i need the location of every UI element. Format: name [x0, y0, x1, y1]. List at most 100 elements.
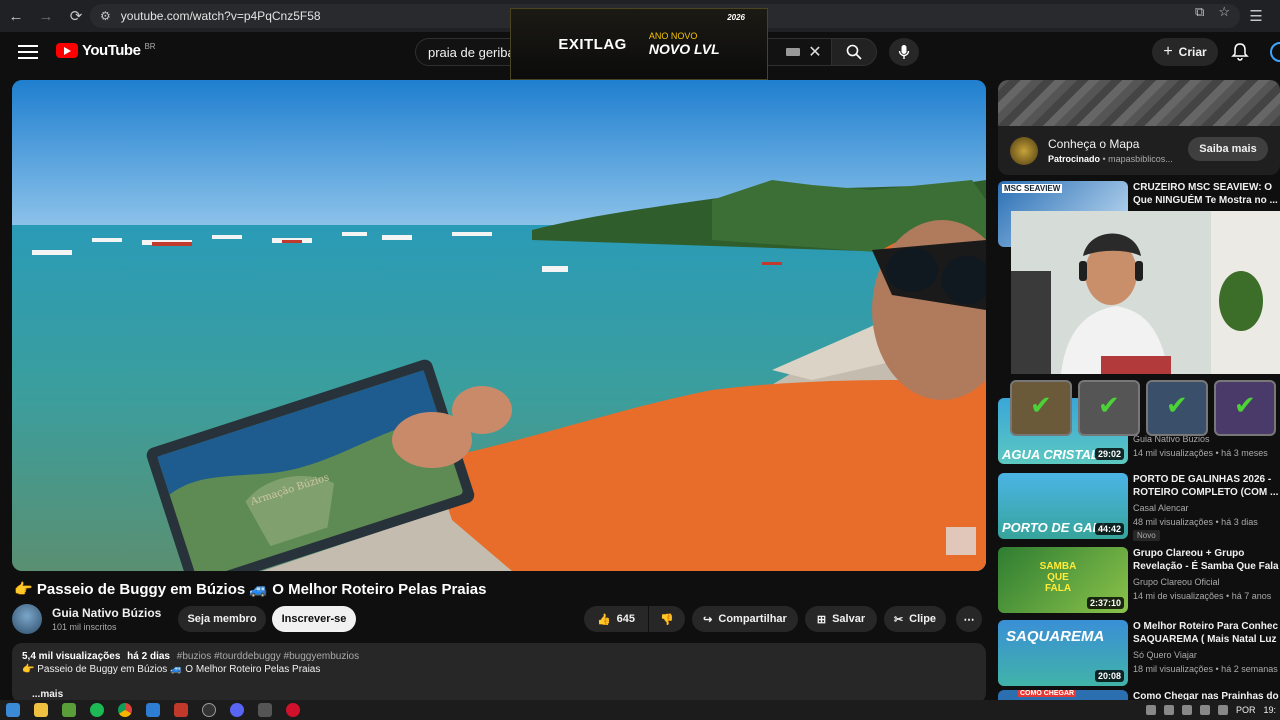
- bookmark-star-icon[interactable]: ☆: [1218, 4, 1230, 20]
- tray-icon[interactable]: [1145, 705, 1156, 715]
- sidebar-ad-card[interactable]: Conheça o Mapa Patrocinado • mapasbiblic…: [998, 80, 1280, 175]
- like-button[interactable]: 👍 645: [584, 606, 648, 632]
- microphone-icon: [898, 45, 910, 59]
- chrome-icon[interactable]: [118, 703, 132, 717]
- learn-more-button[interactable]: Saiba mais: [1188, 137, 1268, 161]
- recommendation-item[interactable]: SAQUAREMA 20:08 O Melhor Roteiro Para Co…: [998, 620, 1280, 688]
- ad-title: Conheça o Mapa: [1048, 137, 1140, 151]
- video-duration: 44:42: [1094, 523, 1124, 535]
- android-app-icon[interactable]: [62, 703, 76, 717]
- recommendation-item[interactable]: PORTO DE GALI 44:42 PORTO DE GALINHAS 20…: [998, 473, 1280, 541]
- join-label: Seja membro: [187, 613, 257, 625]
- thumbnail-text: AGUA CRISTAL: [1002, 447, 1099, 462]
- app-icon[interactable]: [146, 703, 160, 717]
- volume-icon[interactable]: [1217, 705, 1228, 715]
- recommendation-title-line2: SAQUAREMA ( Mais Natal Luz: [1133, 634, 1277, 645]
- youtube-wordmark: YouTube: [82, 42, 141, 59]
- channel-name[interactable]: Guia Nativo Búzios: [52, 606, 161, 620]
- thumbnail-text: COMO CHEGAR: [1018, 690, 1077, 697]
- recommendation-title-line2: Que NINGUÉM Te Mostra no ...: [1133, 195, 1278, 206]
- video-meta: 48 mil visualizações • há 3 dias: [1133, 517, 1258, 527]
- search-icon: [846, 44, 862, 60]
- video-meta: 18 mil visualizações • há 2 semanas: [1133, 664, 1278, 674]
- url-text: youtube.com/watch?v=p4PqCnz5F58: [120, 9, 321, 23]
- app-icon[interactable]: [286, 703, 300, 717]
- voice-search-button[interactable]: [889, 38, 919, 66]
- ad-logo-text: EXITLAG: [558, 35, 627, 53]
- tray-icon[interactable]: [1181, 705, 1192, 715]
- recommendation-title-line1: Grupo Clareou + Grupo: [1133, 548, 1245, 559]
- site-info-icon[interactable]: ⚙: [100, 9, 111, 23]
- network-icon[interactable]: [1199, 705, 1210, 715]
- ad-text: ANO NOVO NOVO LVL: [649, 31, 720, 57]
- show-more-link[interactable]: ...mais: [32, 689, 976, 700]
- youtube-play-icon: [56, 43, 78, 58]
- tray-icon[interactable]: [1163, 705, 1174, 715]
- hamburger-menu-icon[interactable]: [18, 42, 38, 62]
- join-button[interactable]: Seja membro: [178, 606, 266, 632]
- save-label: Salvar: [832, 613, 866, 625]
- discord-icon[interactable]: [230, 703, 244, 717]
- clear-search-icon[interactable]: ✕: [808, 42, 821, 62]
- checkmark-badge-icon: [1078, 380, 1140, 436]
- view-count: 5,4 mil visualizações: [22, 651, 121, 662]
- app-icon[interactable]: [258, 703, 272, 717]
- checkmark-badge-icon: [1214, 380, 1276, 436]
- reading-list-icon[interactable]: ☰: [1242, 2, 1270, 30]
- create-label: Criar: [1178, 45, 1207, 59]
- reload-icon[interactable]: ⟳: [62, 2, 90, 30]
- language-indicator[interactable]: POR: [1236, 705, 1256, 715]
- recommendation-title-line1: PORTO DE GALINHAS 2026 -: [1133, 474, 1272, 485]
- clip-button[interactable]: ✂ Clipe: [884, 606, 946, 632]
- save-button[interactable]: ⊞ Salvar: [805, 606, 877, 632]
- video-duration: 29:02: [1094, 448, 1124, 460]
- video-duration: 20:08: [1094, 670, 1124, 682]
- app-icon[interactable]: [174, 703, 188, 717]
- share-label: Compartilhar: [718, 613, 787, 625]
- file-explorer-icon[interactable]: [34, 703, 48, 717]
- spotify-icon[interactable]: [90, 703, 104, 717]
- hashtags[interactable]: #buzios #tourddebuggy #buggyembuzios: [177, 651, 359, 662]
- overlay-ad-banner[interactable]: 2026 EXITLAG ANO NOVO NOVO LVL: [510, 8, 768, 80]
- notifications-bell-icon[interactable]: [1230, 42, 1250, 62]
- forward-icon[interactable]: →: [32, 2, 60, 30]
- search-button[interactable]: [831, 38, 877, 66]
- windows-start-icon[interactable]: [6, 703, 20, 717]
- video-thumbnail: SAMBA QUE FALA 2:37:10: [998, 547, 1128, 613]
- thumbnail-text: SAQUAREMA: [1006, 628, 1105, 645]
- upload-age: há 2 dias: [127, 651, 170, 662]
- ad-banner-image: [998, 80, 1280, 126]
- webcam-feed: [1011, 211, 1280, 374]
- channel-avatar[interactable]: [12, 604, 42, 634]
- subscribe-button[interactable]: Inscrever-se: [272, 606, 356, 632]
- description-box[interactable]: 5,4 mil visualizações há 2 dias #buzios …: [12, 643, 986, 703]
- create-button[interactable]: + Criar: [1152, 38, 1218, 66]
- channel-name: Casal Alencar: [1133, 503, 1189, 513]
- install-app-icon[interactable]: ⧉: [1195, 4, 1204, 20]
- video-meta: 14 mil visualizações • há 3 meses: [1133, 448, 1268, 458]
- thumbs-down-icon: 👎: [660, 613, 674, 626]
- recommendation-item[interactable]: SAMBA QUE FALA 2:37:10 Grupo Clareou + G…: [998, 547, 1280, 615]
- back-icon[interactable]: ←: [2, 2, 30, 30]
- recommendation-title-line1: Como Chegar nas Prainhas do: [1133, 691, 1279, 700]
- channel-name: Só Quero Viajar: [1133, 650, 1197, 660]
- description-text: 👉 Passeio de Buggy em Búzios 🚙 O Melhor …: [22, 664, 321, 675]
- recommendation-item[interactable]: COMO CHEGAR Como Chegar nas Prainhas do: [998, 690, 1280, 700]
- plus-icon: +: [1163, 43, 1173, 60]
- video-thumbnail: PORTO DE GALI 44:42: [998, 473, 1128, 539]
- more-actions-button[interactable]: ⋯: [956, 606, 982, 632]
- learn-more-label: Saiba mais: [1199, 143, 1257, 155]
- account-avatar[interactable]: [1270, 42, 1280, 62]
- video-thumbnail: COMO CHEGAR: [998, 690, 1128, 700]
- dislike-button[interactable]: 👎: [649, 606, 685, 632]
- video-player[interactable]: Armação Búzios: [12, 80, 986, 571]
- more-dots-icon: ⋯: [963, 613, 975, 626]
- subscribe-label: Inscrever-se: [281, 613, 347, 625]
- obs-icon[interactable]: [202, 703, 216, 717]
- share-button[interactable]: ↪ Compartilhar: [692, 606, 798, 632]
- ad-line2: NOVO LVL: [648, 41, 720, 57]
- clock[interactable]: 19:: [1263, 705, 1276, 715]
- youtube-logo[interactable]: YouTube BR: [56, 42, 156, 59]
- keyboard-icon[interactable]: [786, 48, 801, 56]
- checkmark-badge-icon: [1010, 380, 1072, 436]
